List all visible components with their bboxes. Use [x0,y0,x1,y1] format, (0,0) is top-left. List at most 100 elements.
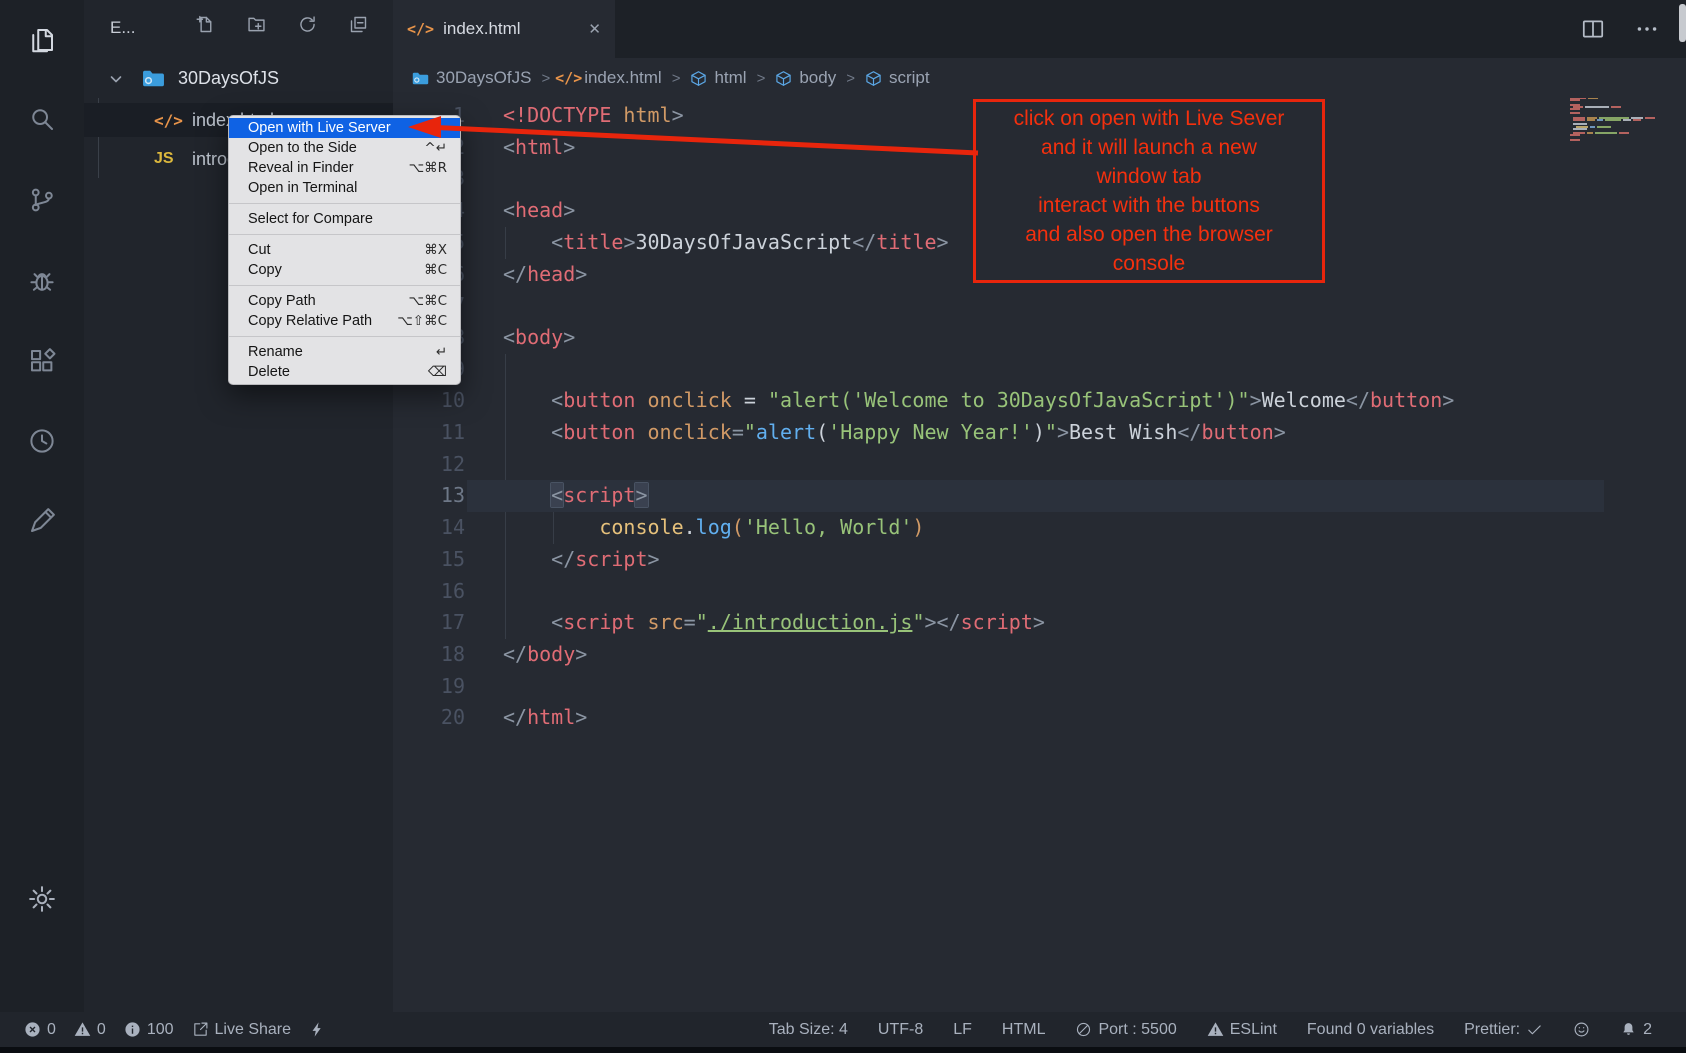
extensions-icon[interactable] [27,346,57,376]
code-line-13: 13 <script> [393,480,1686,512]
warning-icon [1207,1021,1224,1038]
tab-index-html[interactable]: </> index.html ✕ [393,0,615,58]
status-item-0[interactable]: 0 [24,1021,56,1039]
split-editor-icon[interactable] [1580,16,1606,42]
status-item-found-0-variables[interactable]: Found 0 variables [1307,1021,1434,1039]
status-item-port-5500[interactable]: Port : 5500 [1075,1021,1176,1039]
menu-item-copy-path[interactable]: Copy Path⌥⌘C [229,291,460,311]
error-icon [24,1021,41,1038]
code-line-17: 17 <script src="./introduction.js"></scr… [393,607,1686,639]
debug-icon[interactable] [27,266,57,296]
breadcrumb-item-index-html[interactable]: </>index.html [560,68,661,88]
menu-item-reveal-in-finder[interactable]: Reveal in Finder⌥⌘R [229,158,460,178]
status-left-group: 00 100 Live Share [24,1012,326,1047]
status-item-lf[interactable]: LF [953,1021,972,1039]
explorer-icon[interactable] [27,25,57,55]
symbol-cube-icon [775,70,792,87]
menu-item-delete[interactable]: Delete⌫ [229,362,460,382]
status-item-tab-size-4[interactable]: Tab Size: 4 [769,1021,848,1039]
menu-item-copy[interactable]: Copy⌘C [229,260,460,280]
line-number: 16 [393,576,465,608]
annotation-line: and it will launch a new [976,133,1322,162]
annotation-line: console [976,249,1322,278]
status-right-group: Tab Size: 4 UTF-8 LF HTML Port : 5500 ESLint F… [769,1012,1652,1047]
status-item-eslint[interactable]: ESLint [1207,1021,1277,1039]
minimap-line [1570,108,1580,110]
status-item-prettier-[interactable]: Prettier: [1464,1021,1543,1039]
annotation-line: and also open the browser [976,220,1322,249]
info-icon [124,1021,141,1038]
status-item-100[interactable]: 100 [124,1021,174,1039]
code-line-9: 9 [393,354,1686,386]
tabbar-scrollbar[interactable] [1679,4,1686,42]
line-number: 14 [393,512,465,544]
code-line-12: 12 [393,449,1686,481]
lightning-icon [309,1021,326,1038]
folder-icon [142,69,165,88]
source-control-icon[interactable] [27,185,57,215]
code-line-19: 19 [393,671,1686,703]
status-item-html[interactable]: HTML [1002,1021,1046,1039]
context-menu: Open with Live ServerOpen to the Side^↵R… [228,115,461,385]
symbol-cube-icon [865,70,882,87]
breadcrumb-separator: > [846,70,855,87]
code-line-10: 10 <button onclick = "alert('Welcome to … [393,385,1686,417]
menu-separator [229,285,460,286]
status-item-2[interactable]: 2 [1620,1021,1652,1039]
status-item-lightning-icon[interactable] [309,1021,326,1038]
breadcrumb-item-html[interactable]: html [690,68,746,88]
breadcrumb: 30DaysOfJS></>index.html>html>body>scrip… [393,58,1686,98]
menu-item-open-with-live-server[interactable]: Open with Live Server [229,118,460,138]
search-icon[interactable] [27,104,57,134]
status-item-utf-8[interactable]: UTF-8 [878,1021,923,1039]
more-actions-icon[interactable] [1634,16,1660,42]
breadcrumb-item-script[interactable]: script [865,68,930,88]
activity-bar [0,0,84,1053]
menu-item-open-in-terminal[interactable]: Open in Terminal [229,178,460,198]
menu-item-select-for-compare[interactable]: Select for Compare [229,209,460,229]
tab-bar: </> index.html ✕ [393,0,1686,58]
breadcrumb-item-30daysofjs[interactable]: 30DaysOfJS [412,68,531,88]
collapse-all-icon[interactable] [348,14,369,35]
status-item-live-share[interactable]: Live Share [192,1021,292,1039]
menu-item-open-to-the-side[interactable]: Open to the Side^↵ [229,138,460,158]
status-item-smiley-icon[interactable] [1573,1021,1590,1038]
settings-gear-icon[interactable] [27,884,57,914]
live-share-icon [192,1021,209,1038]
menu-item-cut[interactable]: Cut⌘X [229,240,460,260]
code-line-8: 8<body> [393,322,1686,354]
html-code-icon: </> [560,70,577,87]
minimap-line [1573,132,1629,134]
line-number: 20 [393,702,465,734]
html-code-icon: </> [154,111,183,130]
symbol-cube-icon [690,70,707,87]
sidebar-actions [195,14,369,35]
smiley-icon [1573,1021,1590,1038]
breadcrumb-separator: > [672,70,681,87]
chevron-down-icon [108,71,124,87]
refresh-icon[interactable] [297,14,318,35]
minimap-line [1573,119,1641,121]
tab-close-icon[interactable]: ✕ [588,20,601,38]
breadcrumb-item-body[interactable]: body [775,68,836,88]
code-line-11: 11 <button onclick="alert('Happy New Yea… [393,417,1686,449]
code-line-20: 20</html> [393,702,1686,734]
breadcrumb-separator: > [541,70,550,87]
window-bottom-edge [0,1047,1686,1053]
code-line-7: 7 [393,290,1686,322]
edit-pen-icon[interactable] [27,506,57,536]
clock-icon[interactable] [27,426,57,456]
new-folder-icon[interactable] [246,14,267,35]
tree-root-folder[interactable]: 30DaysOfJS [84,62,393,95]
minimap[interactable] [1570,97,1662,149]
circle-slash-icon [1075,1021,1092,1038]
status-item-0[interactable]: 0 [74,1021,106,1039]
menu-item-copy-relative-path[interactable]: Copy Relative Path⌥⇧⌘C [229,311,460,331]
code-line-15: 15 </script> [393,544,1686,576]
annotation-line: click on open with Live Sever [976,104,1322,133]
new-file-icon[interactable] [195,14,216,35]
menu-item-rename[interactable]: Rename↵ [229,342,460,362]
code-line-14: 14 console.log('Hello, World') [393,512,1686,544]
annotation-box: click on open with Live Severand it will… [973,99,1325,283]
minimap-line [1573,128,1587,130]
